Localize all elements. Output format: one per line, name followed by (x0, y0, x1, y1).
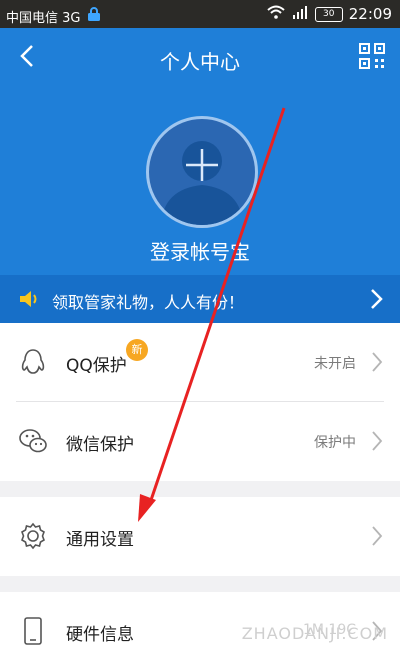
page-title: 个人中心 (160, 50, 240, 74)
list-item-wechat-protect[interactable]: 微信保护 保护中 (0, 402, 400, 481)
list-item-qq-protect[interactable]: QQ保护 新 未开启 (0, 323, 400, 402)
gear-icon (21, 522, 45, 550)
protection-list: QQ保护 新 未开启 微信保护 保护中 (0, 323, 400, 481)
wechat-protect-label: 微信保护 (66, 435, 134, 455)
avatar[interactable] (146, 116, 258, 228)
qq-protect-label: QQ保护 (66, 356, 127, 376)
login-link[interactable]: 登录帐号宝 (0, 236, 400, 265)
status-bar: 中国电信 3G 30 22:09 (0, 0, 400, 28)
general-settings-label: 通用设置 (66, 530, 134, 550)
status-left: 中国电信 3G (6, 6, 102, 26)
clock: 22:09 (348, 5, 392, 23)
battery-icon: 30 (314, 6, 343, 22)
promo-banner[interactable]: 领取管家礼物，人人有份！ (0, 275, 400, 323)
signal-lock-icon (86, 6, 102, 26)
section-gap (0, 576, 400, 592)
wechat-protect-status: 保护中 (314, 435, 356, 451)
list-item-general-settings[interactable]: 通用设置 (0, 497, 400, 576)
hardware-list: 硬件信息 1M 19C (0, 592, 400, 653)
signal-icon (291, 5, 309, 23)
chevron-right-icon (371, 289, 383, 309)
qr-code-icon (359, 43, 385, 69)
chevron-right-icon (372, 526, 383, 546)
speaker-icon (20, 291, 37, 307)
penguin-icon (21, 349, 45, 374)
wechat-icon (19, 429, 47, 453)
promo-text: 领取管家礼物，人人有份！ (52, 293, 245, 312)
qr-code-button[interactable] (358, 42, 386, 70)
list-item-hardware-info[interactable]: 硬件信息 1M 19C (0, 592, 400, 653)
phone-icon (24, 617, 42, 645)
user-silhouette-icon (161, 141, 243, 225)
hardware-info-label: 硬件信息 (66, 625, 134, 645)
chevron-right-icon (372, 431, 383, 451)
new-badge: 新 (126, 339, 148, 361)
status-right: 30 22:09 (267, 5, 392, 23)
qq-protect-status: 未开启 (314, 356, 356, 372)
watermark: ZHAODANJI.COM (241, 624, 388, 643)
wifi-icon (267, 5, 285, 23)
carrier-label: 中国电信 3G (6, 10, 81, 26)
chevron-right-icon (372, 352, 383, 372)
profile-header: 个人中心 登录帐号宝 领取管家礼物，人人有份！ (0, 28, 400, 323)
section-gap (0, 481, 400, 497)
settings-list: 通用设置 (0, 497, 400, 576)
